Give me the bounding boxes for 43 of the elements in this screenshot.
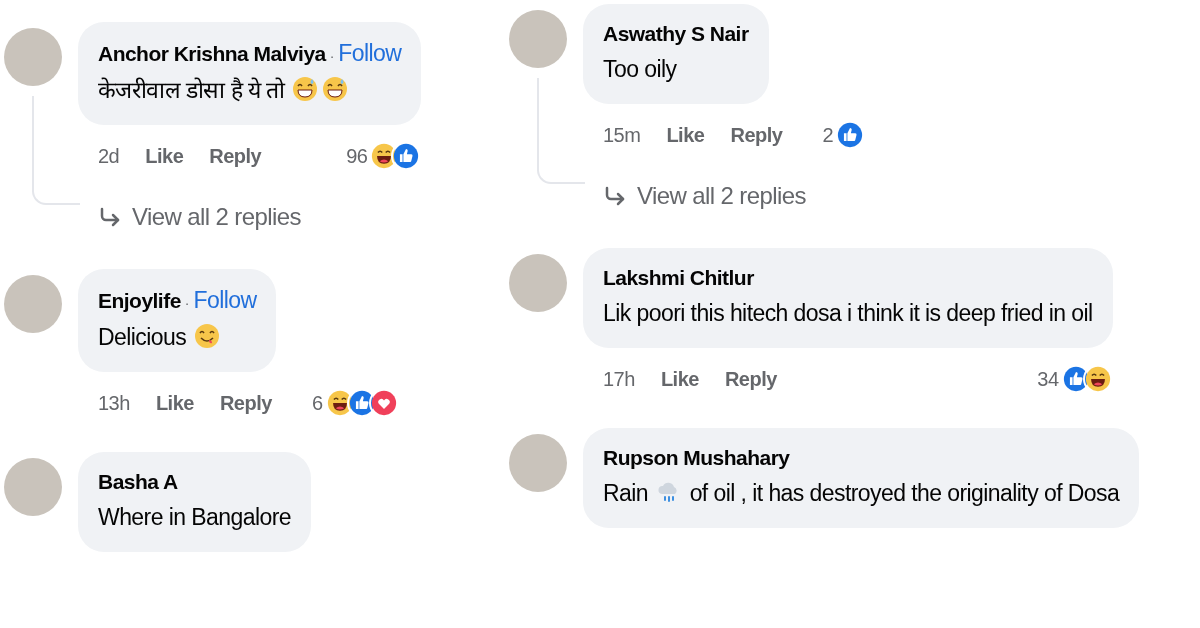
grinning-sweat-face-icon xyxy=(322,75,349,102)
author-name[interactable]: Anchor Krishna Malviya xyxy=(98,38,326,70)
reply-link[interactable]: Reply xyxy=(209,141,262,171)
reaction-count: 2 xyxy=(822,123,834,148)
reaction-count: 34 xyxy=(1037,367,1059,392)
thumbs-up-icon xyxy=(391,141,422,171)
view-replies-link[interactable]: View all 2 replies xyxy=(98,199,301,235)
grinning-sweat-face-icon xyxy=(292,75,319,102)
comment-time: 2d xyxy=(98,144,120,169)
author-name[interactable]: Lakshmi Chitlur xyxy=(603,262,754,294)
author-name[interactable]: Rupson Mushahary xyxy=(603,442,790,474)
reply-link[interactable]: Reply xyxy=(730,120,783,150)
author-name[interactable]: Basha A xyxy=(98,466,178,498)
like-link[interactable]: Like xyxy=(145,141,184,171)
follow-link[interactable]: Follow xyxy=(193,283,257,318)
comment-time: 13h xyxy=(98,391,130,416)
reply-link[interactable]: Reply xyxy=(219,388,272,418)
comment-text: Lik poori this hitech dosa i think it is deep fried in oil xyxy=(603,298,1093,328)
like-link[interactable]: Like xyxy=(666,120,705,150)
comment-text: Too oily xyxy=(603,54,678,84)
comment-time: 15m xyxy=(603,123,641,148)
reply-arrow-icon xyxy=(98,205,122,229)
author-name[interactable]: Enjoylife xyxy=(98,285,181,317)
reply-link[interactable]: Reply xyxy=(724,364,777,394)
like-link[interactable]: Like xyxy=(660,364,699,394)
comment-text: Delicious xyxy=(98,319,257,354)
comment-time: 17h xyxy=(603,367,635,392)
separator-dot: · xyxy=(329,47,335,66)
follow-link[interactable]: Follow xyxy=(338,36,402,71)
comment-text: Where in Bangalore xyxy=(98,502,291,532)
reaction-count: 6 xyxy=(311,391,323,416)
comment-text: केजरीवाल डोसा है ये तो xyxy=(98,72,402,107)
like-link[interactable]: Like xyxy=(155,388,194,418)
view-replies-link[interactable]: View all 2 replies xyxy=(603,178,806,214)
heart-icon xyxy=(368,388,399,418)
thumbs-up-icon xyxy=(835,120,866,150)
laughing-face-icon xyxy=(1082,364,1113,394)
comment-text: Rain of oil , it has destroyed the originality of Dosa xyxy=(603,477,1120,508)
smiling-face-icon xyxy=(193,322,220,349)
reaction-count: 96 xyxy=(346,144,368,169)
reply-arrow-icon xyxy=(603,184,627,208)
separator-dot: · xyxy=(184,294,190,313)
author-name[interactable]: Aswathy S Nair xyxy=(603,18,749,50)
